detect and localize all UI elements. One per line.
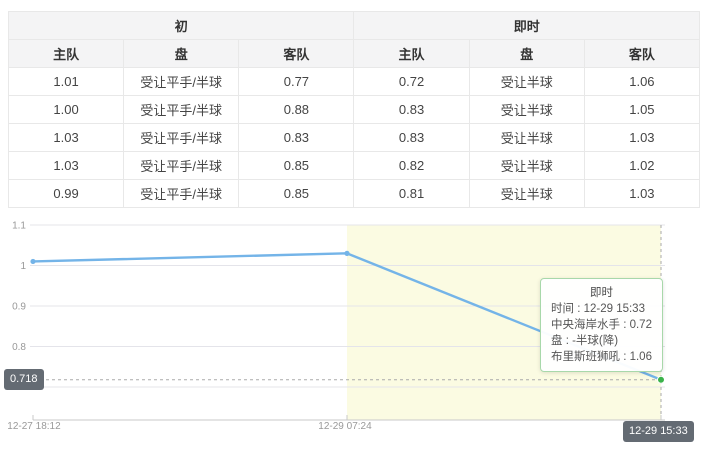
tooltip-line-home: 中央海岸水手 : 0.72: [551, 317, 652, 333]
odds-cell: 受让平手/半球: [124, 96, 239, 124]
odds-cell: 1.02: [584, 152, 699, 180]
group-header-initial: 初: [9, 12, 354, 40]
odds-cell: 0.99: [9, 180, 124, 208]
odds-cell: 1.03: [584, 124, 699, 152]
odds-cell: 1.05: [584, 96, 699, 124]
odds-cell: 受让半球: [469, 68, 584, 96]
odds-cell: 受让半球: [469, 152, 584, 180]
odds-cell: 0.85: [239, 180, 354, 208]
svg-text:1: 1: [20, 261, 26, 272]
col-header-handicap-initial: 盘: [124, 40, 239, 68]
odds-table: 初 即时 主队 盘 客队 主队 盘 客队 1.01 受让平手/半球 0.77 0…: [8, 11, 700, 208]
tooltip-line-handicap: 盘 : -半球(降): [551, 333, 652, 349]
group-header-live: 即时: [354, 12, 700, 40]
col-header-away-live: 客队: [584, 40, 699, 68]
odds-cell: 受让半球: [469, 96, 584, 124]
x-axis-label-start: 12-27 18:12: [3, 421, 65, 432]
svg-text:1.1: 1.1: [12, 221, 26, 232]
odds-cell: 1.03: [9, 152, 124, 180]
odds-cell: 受让平手/半球: [124, 124, 239, 152]
odds-cell: 0.77: [239, 68, 354, 96]
odds-cell: 1.00: [9, 96, 124, 124]
odds-movement-chart: 1.1 1 0.9 0.8 12-27 18:12 12-29 07:24 0.718…: [0, 217, 704, 472]
odds-cell: 受让平手/半球: [124, 180, 239, 208]
tooltip-line-away: 布里斯班狮吼 : 1.06: [551, 349, 652, 365]
odds-row: 0.99 受让平手/半球 0.85 0.81 受让半球 1.03: [9, 180, 700, 208]
odds-row: 1.00 受让平手/半球 0.88 0.83 受让半球 1.05: [9, 96, 700, 124]
col-header-home-initial: 主队: [9, 40, 124, 68]
odds-row: 1.03 受让平手/半球 0.85 0.82 受让半球 1.02: [9, 152, 700, 180]
tooltip-line-time: 时间 : 12-29 15:33: [551, 301, 652, 317]
svg-text:0.8: 0.8: [12, 342, 26, 353]
col-header-home-live: 主队: [354, 40, 469, 68]
odds-cell: 0.72: [354, 68, 469, 96]
odds-cell: 受让半球: [469, 180, 584, 208]
odds-cell: 1.03: [584, 180, 699, 208]
odds-cell: 0.81: [354, 180, 469, 208]
odds-cell: 0.83: [354, 124, 469, 152]
odds-cell: 受让半球: [469, 124, 584, 152]
odds-cell: 1.01: [9, 68, 124, 96]
group-header-row: 初 即时: [9, 12, 700, 40]
tooltip-title: 即时: [551, 285, 652, 301]
odds-cell: 0.88: [239, 96, 354, 124]
odds-cell: 0.83: [239, 124, 354, 152]
odds-cell: 0.85: [239, 152, 354, 180]
x-axis-label-middle: 12-29 07:24: [314, 421, 376, 432]
odds-cell: 受让平手/半球: [124, 152, 239, 180]
odds-cell: 0.82: [354, 152, 469, 180]
col-header-handicap-live: 盘: [469, 40, 584, 68]
odds-cell: 1.03: [9, 124, 124, 152]
column-header-row: 主队 盘 客队 主队 盘 客队: [9, 40, 700, 68]
col-header-away-initial: 客队: [239, 40, 354, 68]
svg-text:0.9: 0.9: [12, 302, 26, 313]
odds-row: 1.01 受让平手/半球 0.77 0.72 受让半球 1.06: [9, 68, 700, 96]
odds-cell: 0.83: [354, 96, 469, 124]
odds-row: 1.03 受让平手/半球 0.83 0.83 受让半球 1.03: [9, 124, 700, 152]
odds-cell: 1.06: [584, 68, 699, 96]
odds-cell: 受让平手/半球: [124, 68, 239, 96]
x-axis-pointer-badge: 12-29 15:33: [623, 421, 694, 442]
chart-tooltip: 即时 时间 : 12-29 15:33 中央海岸水手 : 0.72 盘 : -半…: [540, 278, 663, 372]
y-axis-pointer-badge: 0.718: [4, 369, 44, 390]
